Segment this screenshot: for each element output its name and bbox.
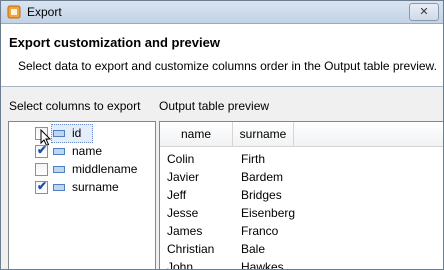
cell-name: Jesse <box>167 206 199 220</box>
field-icon <box>53 184 65 191</box>
cell-name: James <box>167 224 203 238</box>
title-bar[interactable]: Export ✕ <box>1 1 443 24</box>
column-header-name[interactable]: name <box>160 122 233 147</box>
close-button[interactable]: ✕ <box>409 3 439 21</box>
header-description: Select data to export and customize colu… <box>18 59 437 73</box>
cell-surname: Bardem <box>241 170 284 184</box>
cell-name: Christian <box>167 242 215 256</box>
checkbox-middlename[interactable] <box>35 163 48 176</box>
cell-surname: Hawkes <box>241 260 284 270</box>
field-icon <box>53 130 65 137</box>
table-row[interactable]: Colin Firth <box>160 149 443 167</box>
table-row[interactable]: Christian Bale <box>160 239 443 257</box>
tree-item-label: middlename <box>72 162 138 176</box>
cell-surname: Franco <box>241 224 279 238</box>
window-title: Export <box>27 5 62 19</box>
tree-item-name[interactable]: ✔ name <box>9 142 149 160</box>
table-row[interactable]: John Hawkes <box>160 257 443 270</box>
cell-surname: Firth <box>241 152 265 166</box>
cell-name: Javier <box>167 170 200 184</box>
table-row[interactable]: James Franco <box>160 221 443 239</box>
export-app-icon <box>7 5 21 19</box>
column-header-filler <box>294 122 443 147</box>
cell-name: Colin <box>167 152 195 166</box>
cell-surname: Bale <box>241 242 266 256</box>
check-mark-icon: ✔ <box>37 179 48 193</box>
column-header-surname[interactable]: surname <box>233 122 294 147</box>
cell-surname: Eisenberg <box>241 206 296 220</box>
columns-tree[interactable]: id ✔ name middlename ✔ surname <box>8 121 156 269</box>
output-table-preview[interactable]: name surname Colin Firth Javier Bardem J… <box>159 121 443 270</box>
cell-name: John <box>167 260 194 270</box>
tree-item-id[interactable]: id <box>9 124 149 147</box>
tree-item-label: id <box>72 126 82 140</box>
field-icon <box>53 166 65 173</box>
checkbox-name[interactable]: ✔ <box>35 143 48 158</box>
header-title: Export customization and preview <box>9 35 220 50</box>
header-panel: Export customization and preview Select … <box>1 24 443 87</box>
field-icon <box>53 148 65 155</box>
table-row[interactable]: Javier Bardem <box>160 167 443 185</box>
tree-item-surname[interactable]: ✔ surname <box>9 178 149 196</box>
tree-item-label: name <box>72 144 103 158</box>
cell-surname: Bridges <box>241 188 282 202</box>
check-mark-icon: ✔ <box>37 143 48 157</box>
tree-item-middlename[interactable]: middlename <box>9 160 149 178</box>
preview-label: Output table preview <box>159 99 270 113</box>
export-window: Export ✕ Export customization and previe… <box>0 0 444 270</box>
checkbox-surname[interactable]: ✔ <box>35 179 48 194</box>
tree-item-label: surname <box>72 180 119 194</box>
table-row[interactable]: Jesse Eisenberg <box>160 203 443 221</box>
cell-name: Jeff <box>167 188 187 202</box>
columns-label: Select columns to export <box>9 99 141 113</box>
table-row[interactable]: Jeff Bridges <box>160 185 443 203</box>
